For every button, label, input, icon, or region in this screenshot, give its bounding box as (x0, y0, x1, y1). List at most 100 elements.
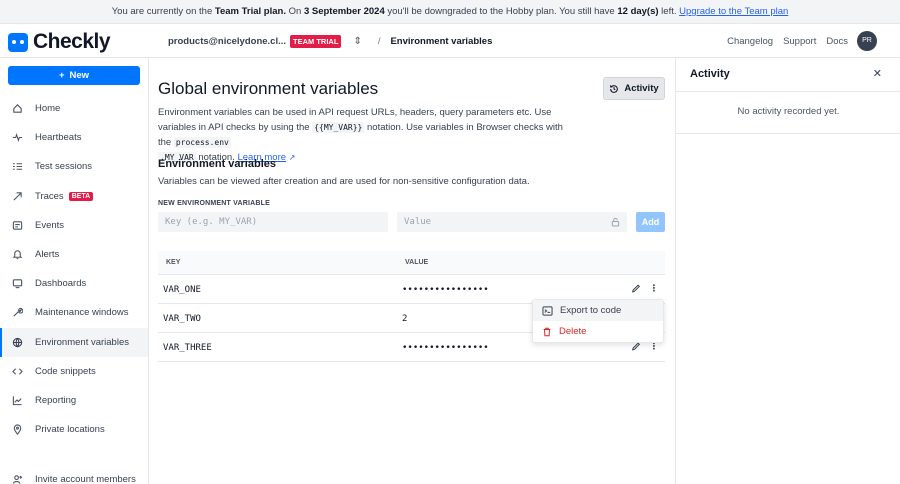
sidebar-item-label: Traces (35, 190, 64, 202)
account-switcher[interactable]: products@nicelydone.cl... TEAM TRIAL ⇕ /… (168, 24, 492, 58)
panel-title: Activity (690, 68, 730, 80)
sidebar-item-traces[interactable]: Traces BETA (0, 182, 148, 211)
pin-icon (13, 424, 22, 436)
external-link-icon: ↗ (288, 153, 296, 162)
invite-members[interactable]: Invite account members (12, 474, 136, 484)
upgrade-link[interactable]: Upgrade to the Team plan (679, 6, 788, 17)
globe-icon (12, 337, 23, 348)
breadcrumb-current: Environment variables (390, 35, 493, 47)
code-icon (12, 368, 23, 375)
sidebar-item-label: Code snippets (35, 365, 96, 377)
account-email: products@nicelydone.cl... (168, 35, 287, 47)
close-icon[interactable]: ✕ (873, 67, 882, 80)
sidebar-item-label: Environment variables (35, 336, 129, 348)
logo-text: Checkly (33, 30, 111, 53)
value-input[interactable]: Value (397, 212, 627, 232)
terminal-icon (542, 305, 553, 316)
sidebar-item-label: Alerts (35, 249, 60, 261)
row-value: 2 (402, 314, 408, 324)
logo[interactable]: Checkly (8, 30, 111, 53)
plus-icon: + (58, 70, 65, 81)
heartbeat-icon (12, 133, 23, 143)
trash-icon (543, 327, 551, 336)
sidebar-item-home[interactable]: Home (0, 94, 148, 123)
banner-plan: Team Trial plan. (214, 6, 286, 17)
sidebar-item-environment-variables[interactable]: Environment variables (0, 327, 148, 357)
history-icon (610, 84, 619, 93)
header-key: KEY (166, 259, 181, 266)
traces-icon (13, 191, 22, 201)
row-key: VAR_THREE (163, 343, 212, 353)
code-my-var: {{MY_VAR}} (312, 122, 365, 133)
sidebar-item-code-snippets[interactable]: Code snippets (0, 357, 148, 386)
activity-button-label: Activity (624, 83, 659, 94)
sidebar-item-label: Private locations (35, 424, 105, 436)
trial-banner: You are currently on the Team Trial plan… (0, 0, 900, 24)
checkly-logo-icon (8, 32, 28, 52)
row-key: VAR_TWO (163, 314, 201, 324)
sidebar-item-label: Reporting (35, 394, 77, 406)
chart-icon (12, 396, 22, 406)
row-value: •••••••••••••••• (402, 285, 489, 295)
add-button[interactable]: Add (636, 212, 665, 232)
export-to-code-item[interactable]: Export to code (533, 300, 663, 321)
description: Environment variables can be used in API… (158, 105, 578, 165)
banner-text-4: left. (658, 6, 680, 17)
sidebar-item-label: Maintenance windows (35, 307, 129, 319)
more-vertical-icon[interactable]: ⋮ (649, 283, 659, 294)
sidebar-item-events[interactable]: Events (0, 211, 148, 240)
activity-panel: Activity ✕ No activity recorded yet. (675, 58, 900, 484)
sidebar-item-heartbeats[interactable]: Heartbeats (0, 123, 148, 152)
divider (676, 91, 900, 92)
sidebar-item-alerts[interactable]: Alerts (0, 240, 148, 269)
delete-item[interactable]: Delete (533, 321, 663, 342)
events-icon (12, 221, 23, 230)
breadcrumb-separator: / (377, 35, 381, 47)
table-header: KEY VALUE (158, 251, 665, 275)
sidebar-item-test-sessions[interactable]: Test sessions (0, 152, 148, 181)
key-input[interactable]: Key (e.g. MY_VAR) (158, 212, 388, 232)
row-actions-menu: Export to code Delete (532, 299, 664, 343)
sidebar-item-reporting[interactable]: Reporting (0, 386, 148, 415)
new-variable-label: NEW ENVIRONMENT VARIABLE (158, 200, 271, 207)
section-title: Environment variables (158, 158, 276, 170)
lock-icon[interactable] (611, 217, 620, 227)
sidebar-item-private-locations[interactable]: Private locations (0, 415, 148, 444)
top-links: Changelog Support Docs (727, 24, 848, 58)
value-placeholder: Value (404, 217, 432, 227)
sidebar-item-label: Heartbeats (35, 132, 82, 144)
banner-text-2: On (285, 6, 304, 17)
delete-label: Delete (559, 326, 587, 337)
new-button[interactable]: + New (8, 66, 140, 85)
empty-state: No activity recorded yet. (737, 106, 840, 117)
new-button-label: New (69, 70, 90, 81)
top-bar: Checkly products@nicelydone.cl... TEAM T… (0, 24, 900, 58)
support-link[interactable]: Support (783, 36, 816, 47)
bell-icon (12, 250, 23, 260)
activity-button[interactable]: Activity (603, 77, 665, 100)
sidebar-item-maintenance-windows[interactable]: Maintenance windows (0, 298, 148, 327)
user-plus-icon (12, 475, 23, 484)
changelog-link[interactable]: Changelog (727, 36, 773, 47)
row-key: VAR_ONE (163, 285, 201, 295)
sidebar-item-label: Home (35, 103, 61, 115)
banner-days: 12 day(s) (617, 6, 659, 17)
banner-text-3: you'll be downgraded to the Hobby plan. … (384, 6, 618, 17)
export-label: Export to code (560, 305, 622, 316)
pencil-icon[interactable] (631, 283, 641, 294)
wrench-icon (13, 308, 23, 317)
sidebar-item-label: Dashboards (35, 278, 87, 290)
row-value: •••••••••••••••• (402, 343, 489, 353)
sidebar-item-dashboards[interactable]: Dashboards (0, 269, 148, 298)
trial-badge: TEAM TRIAL (290, 34, 342, 48)
section-description: Variables can be viewed after creation a… (158, 176, 530, 187)
banner-date: 3 September 2024 (303, 6, 385, 17)
banner-text-1: You are currently on the (111, 6, 215, 17)
home-icon (13, 104, 22, 113)
chevron-updown-icon[interactable]: ⇕ (353, 36, 361, 47)
avatar[interactable]: PR (857, 31, 877, 51)
docs-link[interactable]: Docs (826, 36, 848, 47)
main-content: Global environment variables Activity En… (149, 58, 675, 484)
sidebar-nav: Home Heartbeats Test sessions Traces BET… (0, 94, 148, 444)
invite-label: Invite account members (35, 474, 136, 484)
